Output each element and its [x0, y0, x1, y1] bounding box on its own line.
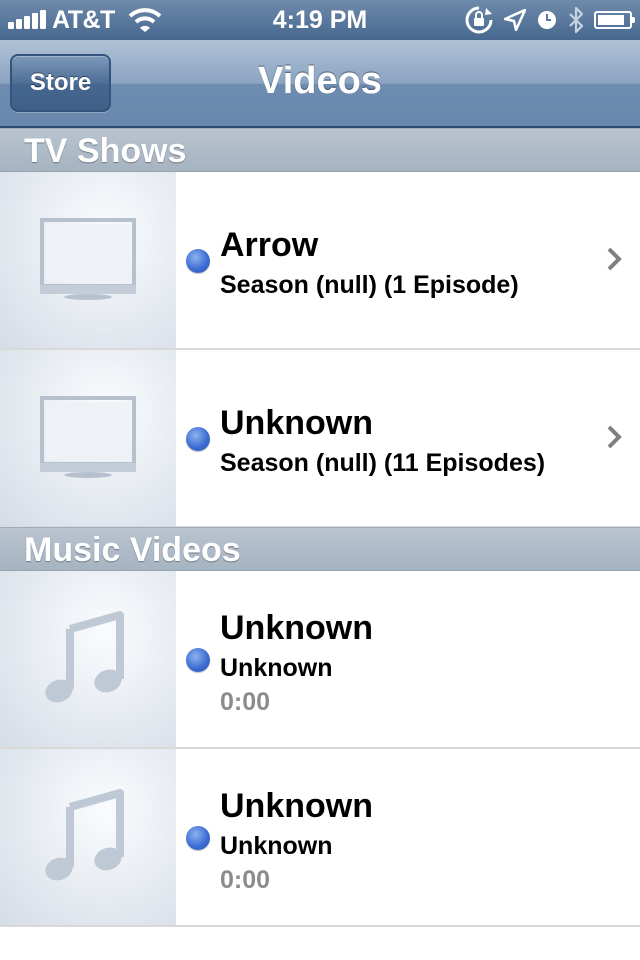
- video-artist: Unknown: [220, 832, 333, 860]
- tv-show-row-unknown[interactable]: Unknown Season (null) (11 Episodes): [0, 350, 640, 528]
- status-icons: [464, 5, 635, 35]
- location-arrow-icon: [504, 9, 526, 31]
- battery-icon: [594, 11, 635, 29]
- tv-show-thumbnail: [0, 172, 176, 348]
- show-title: Unknown: [220, 404, 373, 442]
- video-title: Unknown: [220, 609, 373, 647]
- status-bar: AT&T 4:19 PM: [0, 0, 640, 40]
- unplayed-indicator: [186, 249, 210, 273]
- unplayed-indicator: [186, 648, 210, 672]
- video-title: Unknown: [220, 787, 373, 825]
- tv-show-row-arrow[interactable]: Arrow Season (null) (1 Episode): [0, 172, 640, 350]
- unplayed-indicator: [186, 826, 210, 850]
- music-video-thumbnail: [0, 571, 176, 747]
- navigation-bar: Store Videos: [0, 40, 640, 128]
- music-note-icon: [45, 611, 124, 703]
- video-duration: 0:00: [220, 688, 271, 716]
- show-subtitle: Season (null) (1 Episode): [220, 271, 519, 299]
- tv-icon: [40, 218, 136, 300]
- tv-show-thumbnail: [0, 350, 176, 526]
- show-title: Arrow: [220, 226, 319, 264]
- chevron-right-icon: [607, 247, 622, 271]
- chevron-right-icon: [607, 425, 622, 449]
- alarm-clock-icon: [538, 11, 556, 29]
- music-video-thumbnail: [0, 749, 176, 925]
- section-header-tv-shows: TV Shows: [0, 128, 640, 172]
- rotation-lock-icon: [465, 6, 493, 34]
- bluetooth-icon: [569, 6, 584, 34]
- tv-icon: [40, 396, 136, 478]
- screen: AT&T 4:19 PM Store Videos TV Shows Arrow…: [0, 0, 640, 960]
- battery-level: [598, 15, 624, 25]
- show-subtitle: Season (null) (11 Episodes): [220, 449, 546, 477]
- music-video-row[interactable]: Unknown Unknown 0:00: [0, 749, 640, 927]
- music-note-icon: [45, 789, 124, 881]
- section-header-music-videos: Music Videos: [0, 527, 640, 571]
- video-artist: Unknown: [220, 654, 333, 682]
- video-duration: 0:00: [220, 866, 271, 894]
- music-video-row[interactable]: Unknown Unknown 0:00: [0, 571, 640, 749]
- unplayed-indicator: [186, 427, 210, 451]
- page-title: Videos: [258, 60, 382, 102]
